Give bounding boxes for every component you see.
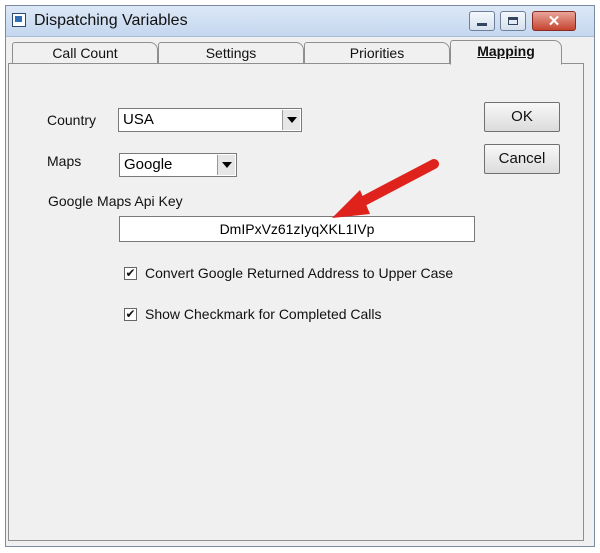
tab-call-count[interactable]: Call Count	[12, 42, 158, 64]
upper-case-checkbox[interactable]: ✔	[124, 266, 137, 280]
dropdown-arrow-icon[interactable]	[217, 155, 235, 175]
close-button[interactable]: ✕	[532, 11, 576, 31]
upper-case-option[interactable]: ✔ Convert Google Returned Address to Upp…	[124, 264, 453, 282]
country-label: Country	[47, 112, 97, 128]
api-key-label: Google Maps Api Key	[48, 193, 183, 209]
maps-select[interactable]: Google	[119, 153, 237, 177]
completed-calls-checkbox[interactable]: ✔	[124, 307, 137, 321]
mapping-panel	[8, 63, 584, 541]
annotation-arrow-head	[332, 190, 370, 218]
minimize-icon	[477, 23, 487, 26]
tab-label: Mapping	[477, 43, 535, 59]
close-icon: ✕	[547, 12, 561, 30]
tab-label: Settings	[205, 45, 257, 61]
window-title: Dispatching Variables	[34, 12, 188, 29]
minimize-button[interactable]	[469, 11, 495, 31]
annotation-arrow	[332, 159, 439, 218]
completed-calls-option[interactable]: ✔ Show Checkmark for Completed Calls	[124, 305, 382, 323]
dropdown-arrow-icon[interactable]	[282, 110, 300, 130]
country-select[interactable]: USA	[118, 108, 302, 132]
completed-calls-label: Show Checkmark for Completed Calls	[145, 306, 382, 322]
checkmark-icon: ✔	[125, 307, 136, 321]
annotation-arrow-shaft	[349, 159, 439, 211]
dialog-window: Dispatching Variables ✕ Call Count Setti…	[5, 5, 595, 547]
tab-priorities[interactable]: Priorities	[304, 42, 450, 64]
maps-value: Google	[124, 156, 173, 173]
tab-strip: Call Count Settings Priorities Mapping	[8, 40, 564, 65]
maximize-button[interactable]	[500, 11, 526, 31]
maximize-icon	[508, 17, 518, 25]
app-icon	[12, 13, 26, 27]
tab-label: Priorities	[349, 45, 405, 61]
cancel-button[interactable]: Cancel	[484, 144, 560, 174]
tab-mapping[interactable]: Mapping	[450, 40, 562, 65]
tab-settings[interactable]: Settings	[158, 42, 304, 64]
tab-label: Call Count	[52, 45, 118, 61]
title-bar[interactable]: Dispatching Variables ✕	[6, 6, 594, 37]
checkmark-icon: ✔	[125, 266, 136, 280]
country-value: USA	[123, 111, 154, 128]
maps-label: Maps	[47, 153, 82, 169]
upper-case-label: Convert Google Returned Address to Upper…	[145, 265, 454, 281]
ok-button[interactable]: OK	[484, 102, 560, 132]
